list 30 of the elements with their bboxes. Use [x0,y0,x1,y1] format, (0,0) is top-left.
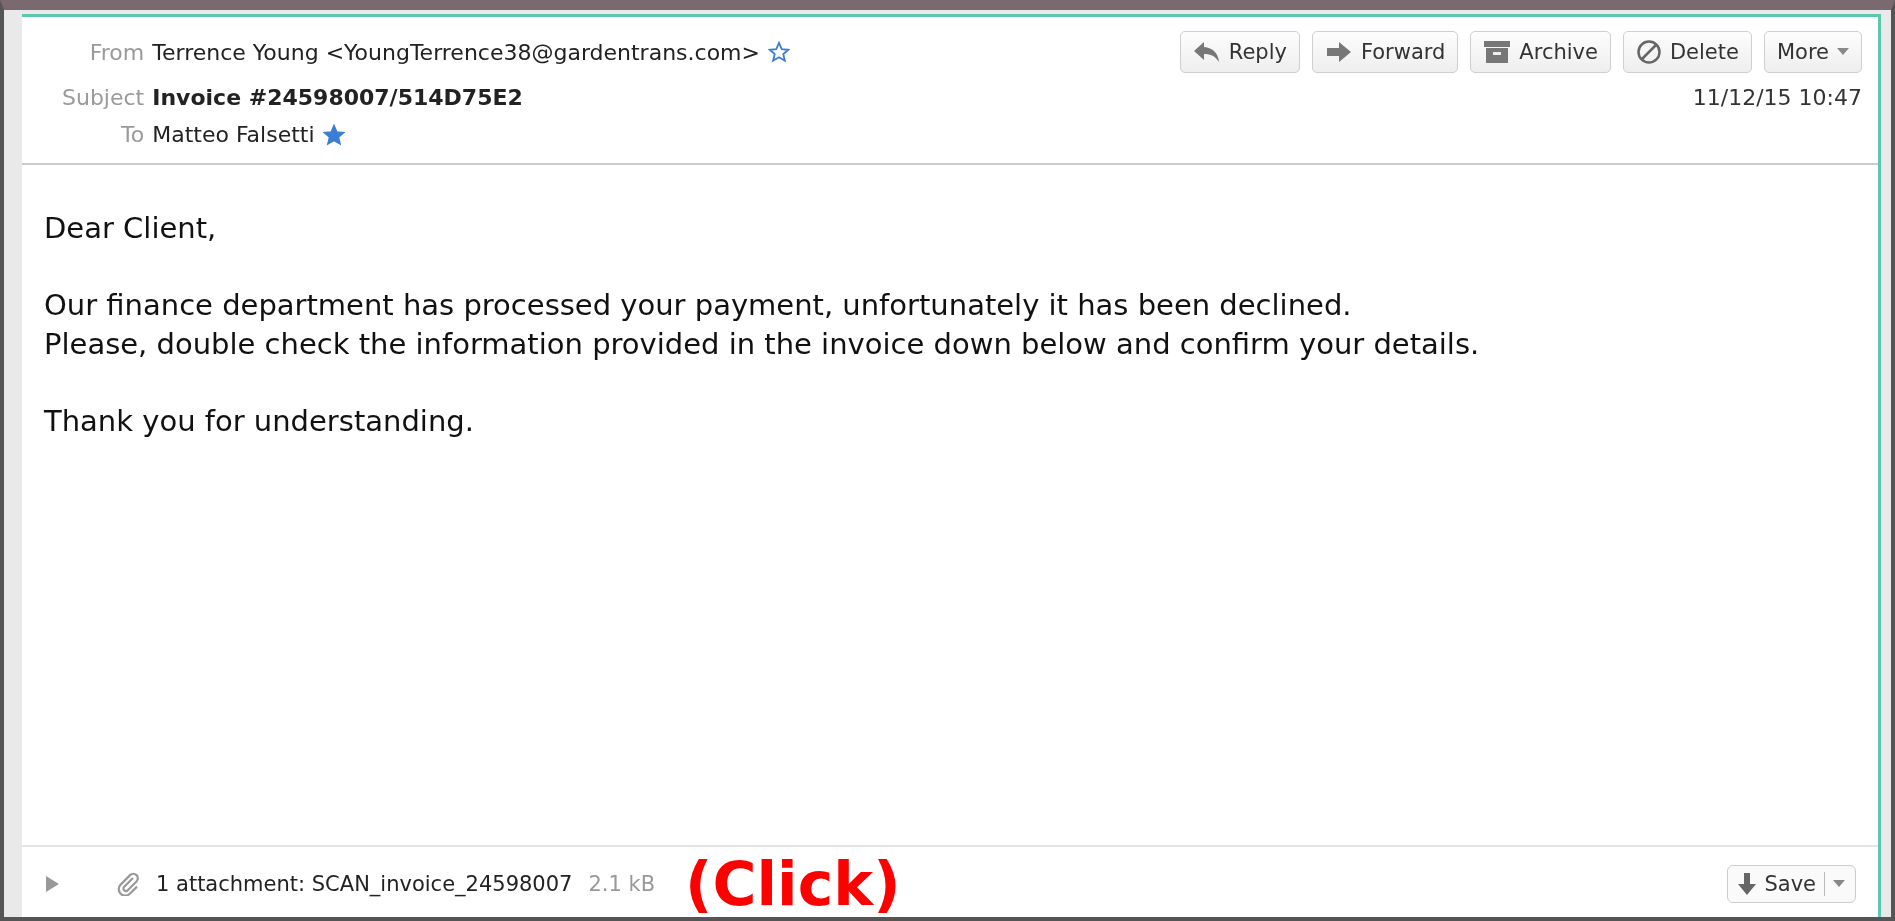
attachment-size: 2.1 kB [588,872,656,896]
forward-button[interactable]: Forward [1311,31,1459,73]
message-paragraph: Dear Client, [44,210,218,247]
from-label: From [89,39,145,65]
archive-box-icon [1483,40,1512,64]
message-paragraph: Thank you for understanding. [44,403,475,441]
download-arrow-icon [1738,873,1757,895]
caret-icon [1833,880,1845,888]
more-menu-button[interactable]: More [1763,31,1862,73]
star-icon[interactable] [767,41,790,63]
reply-button[interactable]: Reply [1179,31,1300,73]
star-icon[interactable] [322,123,345,146]
subject-label: Subject [62,85,145,110]
sender-name[interactable]: Terrence Young <YoungTerrence38@gardentrans.com> [152,39,760,65]
recipient-name[interactable]: Matteo Falsetti [152,122,315,147]
prohibited-icon [1635,39,1662,65]
save-button[interactable]: Save [1727,865,1856,903]
to-label: To [121,122,145,147]
message-date: 11/12/15 10:47 [1692,85,1862,110]
reply-icon [1192,40,1221,64]
archive-button[interactable]: Archive [1470,31,1611,73]
caret-icon [1837,48,1849,56]
annotation-text: (Click) [685,851,901,917]
arrow-right-icon [1324,40,1353,64]
message-paragraph: Our finance department has processed your payment, unfortunately it has been declined. Please, double check the information provided in the invoice down below and confirm your details. [44,287,1481,364]
attachment-summary[interactable]: 1 attachment: SCAN_invoice_24598007 [156,872,573,896]
subject-text: Invoice #24598007/514D75E2 [152,85,523,110]
delete-button[interactable]: Delete [1622,31,1752,73]
expand-toggle[interactable] [44,875,60,893]
paperclip-icon [116,872,140,896]
